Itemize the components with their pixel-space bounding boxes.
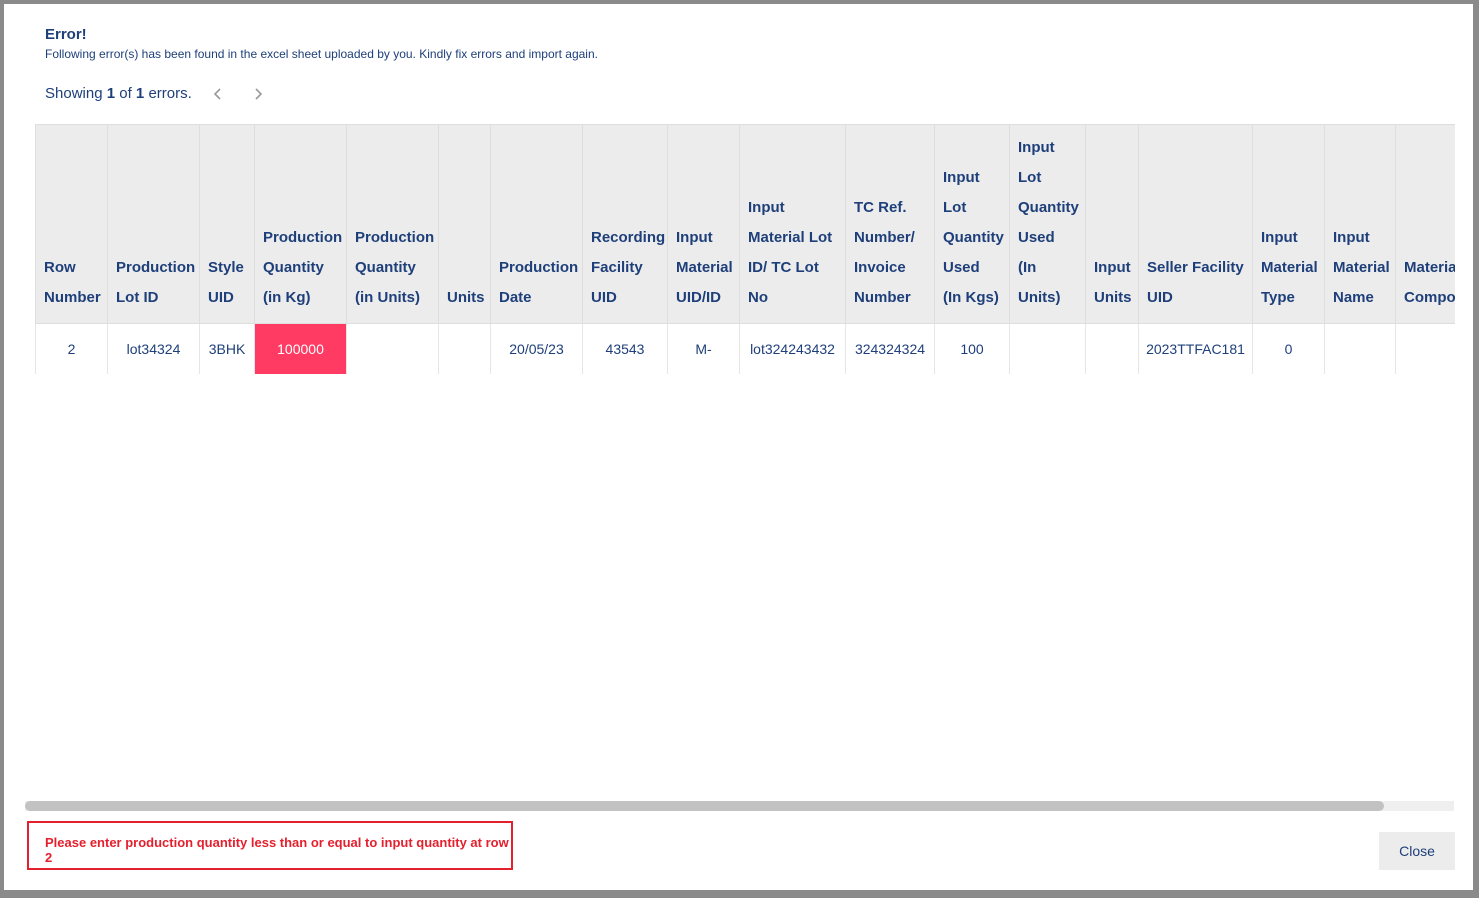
table-cell: M-435435 — [667, 323, 740, 374]
table-cell: 0 — [1252, 323, 1325, 374]
table-cell: lot324243432 — [739, 323, 846, 374]
total-errors: 1 — [135, 85, 145, 102]
column-header: Row Number — [35, 124, 108, 324]
column-header: Input Material Lot ID/ TC Lot No — [739, 124, 846, 324]
current-error-index: 1 — [106, 85, 116, 102]
table-cell: 43543 — [582, 323, 668, 374]
validation-error-message: Please enter production quantity less th… — [27, 821, 513, 870]
errors-table-container: Row Number Production Lot ID Style UID P… — [35, 124, 1455, 374]
table-cell: lot34324 — [107, 323, 200, 374]
table-cell — [1085, 323, 1139, 374]
column-header: Production Quantity (in Units) — [346, 124, 439, 324]
column-header: Input Material Type — [1252, 124, 1325, 324]
column-header: Recording Facility UID — [582, 124, 668, 324]
table-cell — [1009, 323, 1086, 374]
modal-title: Error! — [45, 26, 87, 43]
column-header: Production Lot ID — [107, 124, 200, 324]
table-row: 2 lot34324 3BHK 100000 20/05/23 43543 M-… — [35, 323, 1455, 374]
column-header: Input Material UID/ID — [667, 124, 740, 324]
column-header: Input Lot Quantity Used (In Kgs) — [934, 124, 1010, 324]
column-header: Production Date — [490, 124, 583, 324]
column-header: Input Units — [1085, 124, 1139, 324]
column-header: Material Composition — [1395, 124, 1455, 324]
close-button[interactable]: Close — [1379, 832, 1455, 870]
table-cell: 324324324 — [845, 323, 935, 374]
table-cell: 3BHK — [199, 323, 255, 374]
column-header: Production Quantity (in Kg) — [254, 124, 347, 324]
chevron-left-icon[interactable] — [212, 88, 224, 100]
table-cell: 100 — [934, 323, 1010, 374]
column-header: Input Material Name — [1324, 124, 1396, 324]
errors-table: Row Number Production Lot ID Style UID P… — [35, 124, 1455, 374]
column-header: Units — [438, 124, 491, 324]
horizontal-scrollbar[interactable] — [25, 801, 1454, 811]
chevron-right-icon[interactable] — [252, 88, 264, 100]
modal-subtitle: Following error(s) has been found in the… — [45, 47, 598, 61]
error-modal: Error! Following error(s) has been found… — [4, 4, 1473, 890]
table-cell: 2023TTFAC181 — [1138, 323, 1253, 374]
table-cell — [1324, 323, 1396, 374]
error-cell: 100000 — [254, 323, 347, 374]
column-header: Style UID — [199, 124, 255, 324]
table-cell: 2 — [35, 323, 108, 374]
column-header: Input Lot Quantity Used (In Units) — [1009, 124, 1086, 324]
table-cell — [1395, 323, 1455, 374]
scrollbar-thumb[interactable] — [25, 801, 1384, 811]
table-cell — [346, 323, 439, 374]
table-cell: 20/05/23 — [490, 323, 583, 374]
pagination-status: Showing 1 of 1 errors. — [45, 85, 192, 102]
table-cell — [438, 323, 491, 374]
column-header: TC Ref. Number/ Invoice Number — [845, 124, 935, 324]
table-header-row: Row Number Production Lot ID Style UID P… — [35, 124, 1455, 324]
column-header: Seller Facility UID — [1138, 124, 1253, 324]
